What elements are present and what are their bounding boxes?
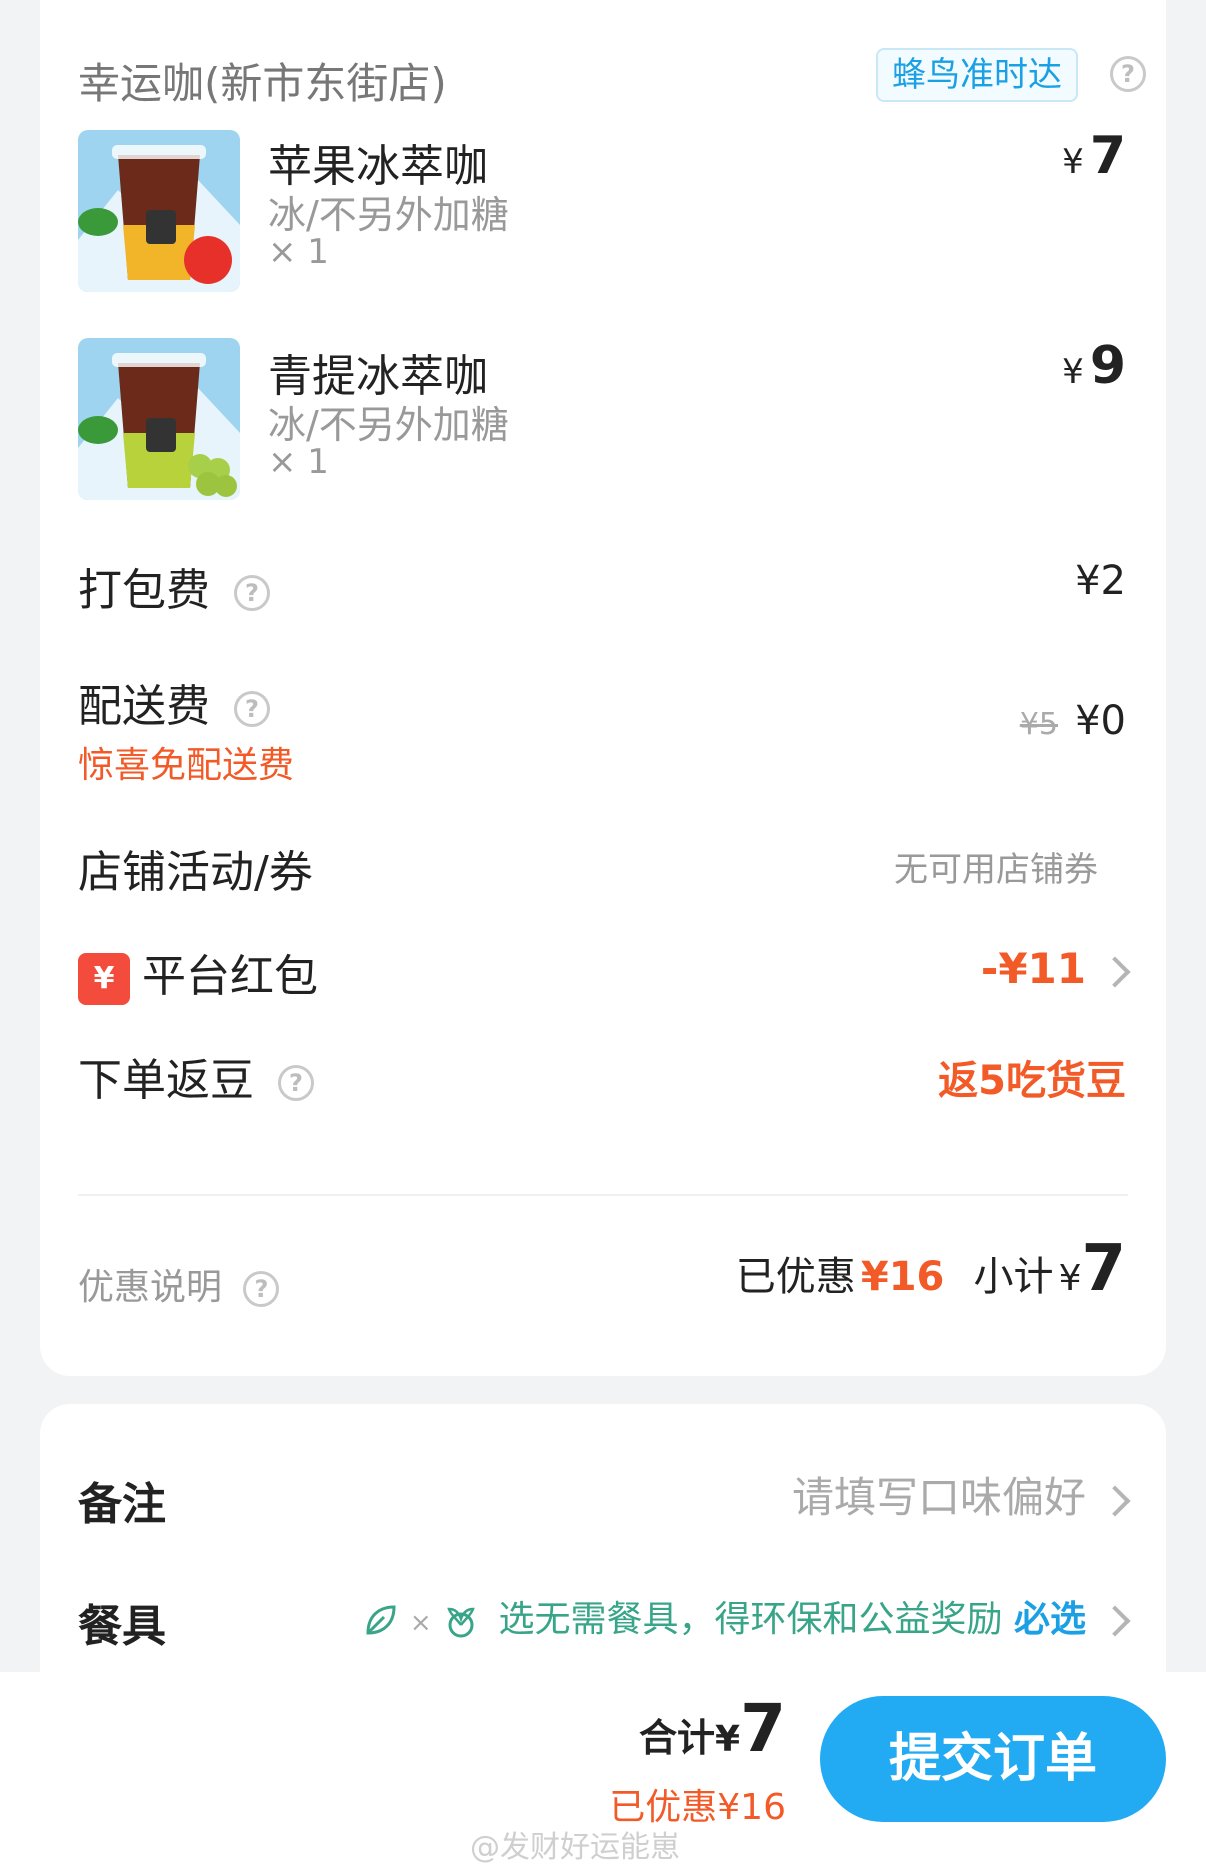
product-qty: × 1 (268, 442, 329, 482)
order-card: 幸运咖(新市东街店) 蜂鸟准时达 ? 苹果冰萃咖 冰/不另外加糖 × 1 ¥7 (40, 0, 1166, 1376)
beans-row: 下单返豆 ? (78, 1044, 314, 1108)
watermark: @发财好运能崽 (470, 1830, 680, 1865)
discount-label: 已优惠 (735, 1254, 856, 1300)
chevron-right-icon (1099, 1484, 1131, 1517)
store-coupon-label[interactable]: 店铺活动/券 (78, 836, 313, 900)
help-icon[interactable]: ? (234, 575, 270, 611)
delivery-fee-row: 配送费 ? (78, 670, 270, 734)
delivery-fee-original: ¥5 (1019, 707, 1058, 742)
chevron-right-icon (1099, 955, 1131, 988)
total-currency: ¥ (715, 1719, 741, 1760)
remark-field[interactable]: 请填写口味偏好 (791, 1464, 1131, 1525)
tableware-required: 必选 (1013, 1599, 1086, 1640)
red-packet-value-group[interactable]: -¥11 (980, 944, 1131, 993)
product-price: ¥9 (1062, 336, 1126, 396)
product-spec: 冰/不另外加糖 (268, 193, 509, 237)
beans-label: 下单返豆 (78, 1055, 254, 1106)
subtotal-label: 小计 (973, 1254, 1054, 1300)
divider (78, 1194, 1128, 1196)
total-label: 合计 (638, 1716, 715, 1760)
product-qty: × 1 (268, 232, 329, 272)
product-image-grape[interactable] (78, 338, 240, 500)
chevron-right-icon (1099, 1605, 1131, 1637)
help-icon[interactable]: ? (278, 1065, 314, 1101)
tableware-option[interactable]: × 选无需餐具，得环保和公益奖励 必选 (362, 1590, 1131, 1642)
product-price: ¥7 (1062, 126, 1126, 186)
remark-label: 备注 (78, 1479, 166, 1530)
delivery-promo: 惊喜免配送费 (78, 745, 295, 786)
sprout-icon (447, 1607, 475, 1638)
delivery-fee-value-group: ¥5 ¥0 (1020, 698, 1126, 744)
total-value: 7 (740, 1690, 786, 1767)
delivery-fee-value: ¥0 (1075, 698, 1126, 744)
red-packet-row[interactable]: ¥ 平台红包 (78, 940, 318, 1005)
product-spec: 冰/不另外加糖 (268, 403, 509, 447)
tableware-text: 选无需餐具，得环保和公益奖励 (498, 1599, 1003, 1640)
help-icon: ? (243, 1271, 280, 1307)
subtotal-group: 已优惠 ¥16 小计 ¥7 (736, 1232, 1126, 1306)
discount-explain-label: 优惠说明 (78, 1267, 223, 1308)
leaf-icon (366, 1605, 396, 1635)
remark-placeholder: 请填写口味偏好 (791, 1473, 1086, 1522)
store-name[interactable]: 幸运咖(新市东街店) (78, 50, 447, 111)
packing-fee-label: 打包费 (78, 565, 210, 616)
help-icon[interactable]: ? (234, 691, 270, 727)
red-packet-icon: ¥ (78, 953, 130, 1005)
store-coupon-value: 无可用店铺券 (894, 850, 1098, 890)
delivery-badge: 蜂鸟准时达 (876, 48, 1078, 102)
red-packet-label: 平台红包 (142, 951, 318, 1002)
discount-explain[interactable]: 优惠说明 ? (78, 1258, 280, 1310)
beans-value: 返5吃货豆 (938, 1058, 1126, 1104)
subtotal-value: 7 (1081, 1232, 1126, 1306)
total-group: 合计¥7 (639, 1690, 786, 1767)
tableware-label: 餐具 (78, 1601, 166, 1652)
delivery-fee-label: 配送费 (78, 681, 210, 732)
packing-fee-value: ¥2 (1075, 558, 1126, 604)
packing-fee-row: 打包费 ? (78, 554, 270, 618)
submit-order-button[interactable]: 提交订单 (820, 1696, 1166, 1822)
red-packet-value: -¥11 (980, 944, 1086, 993)
options-card: 备注 请填写口味偏好 餐具 × 选无需餐具，得环保和公益奖励 必选 (40, 1404, 1166, 1704)
times-icon: × (409, 1608, 432, 1638)
product-image-apple[interactable] (78, 130, 240, 292)
subtotal-currency: ¥ (1058, 1258, 1082, 1299)
help-icon[interactable]: ? (1110, 56, 1146, 92)
discount-value: ¥16 (860, 1254, 945, 1300)
